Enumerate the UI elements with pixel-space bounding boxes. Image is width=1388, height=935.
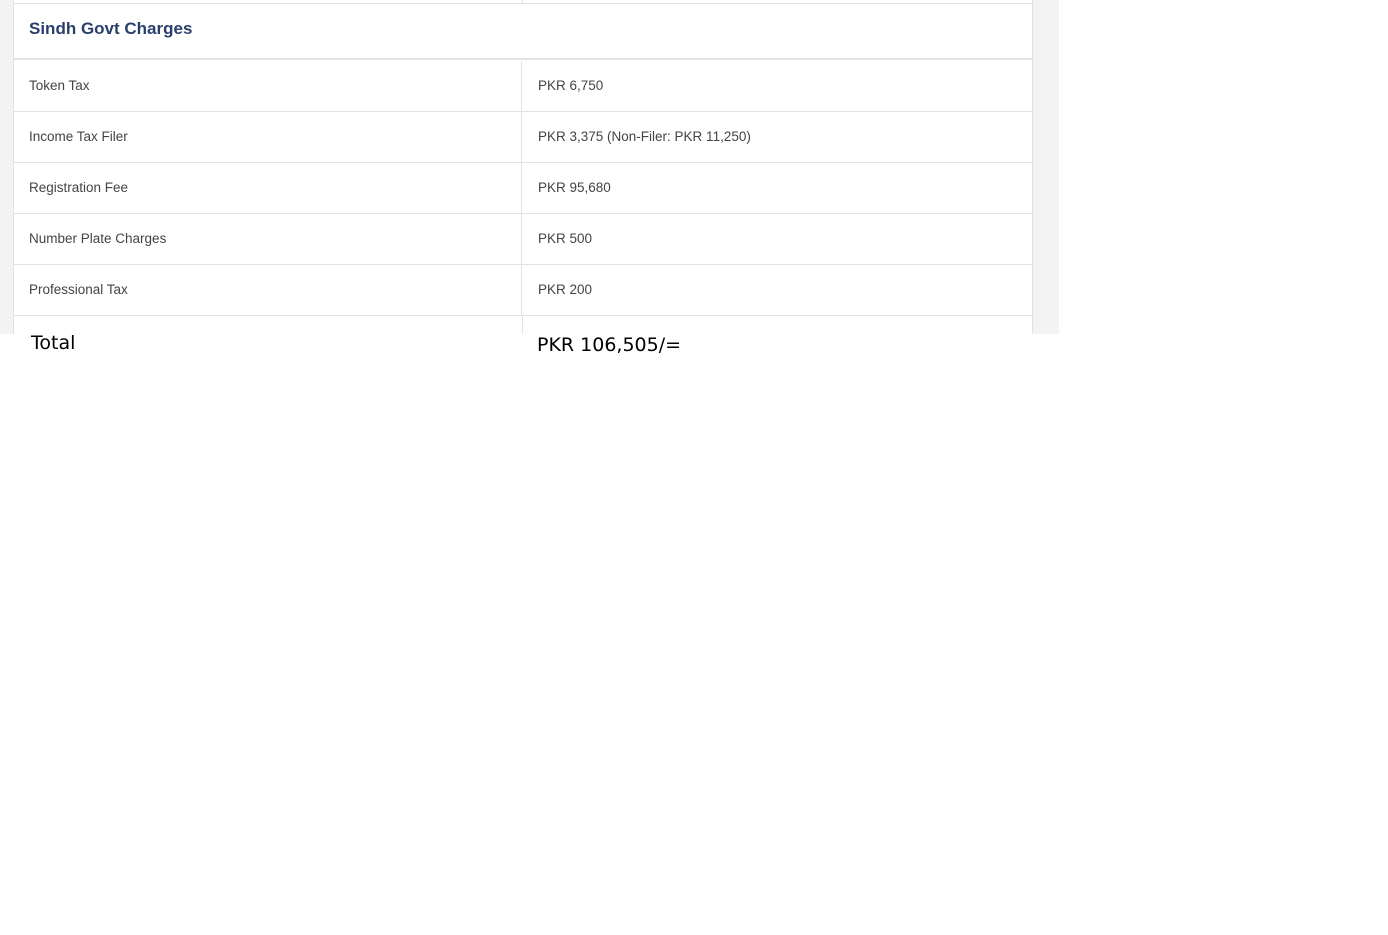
- charge-value-registration-fee: PKR 95,680: [538, 180, 611, 195]
- charge-value-income-tax-filer: PKR 3,375 (Non-Filer: PKR 11,250): [538, 129, 751, 144]
- charges-rows: Token Tax PKR 6,750 Income Tax Filer PKR…: [14, 61, 1032, 316]
- section-title: Sindh Govt Charges: [29, 19, 193, 38]
- table-row: Token Tax PKR 6,750: [14, 61, 1032, 112]
- charge-label-number-plate: Number Plate Charges: [14, 214, 522, 264]
- total-label: Total: [31, 332, 76, 354]
- charge-value-token-tax: PKR 6,750: [538, 78, 604, 93]
- page: Sindh Govt Charges Token Tax PKR 6,750 I…: [0, 0, 1388, 935]
- table-row: Number Plate Charges PKR 500: [14, 214, 1032, 265]
- column-divider: [522, 0, 523, 3]
- total-value: PKR 106,505/=: [537, 334, 682, 356]
- charge-label-token-tax: Token Tax: [14, 61, 522, 111]
- charge-label-income-tax-filer: Income Tax Filer: [14, 112, 522, 162]
- table-row: Professional Tax PKR 200: [14, 265, 1032, 316]
- charges-table: Sindh Govt Charges Token Tax PKR 6,750 I…: [13, 0, 1033, 334]
- table-row: Income Tax Filer PKR 3,375 (Non-Filer: P…: [14, 112, 1032, 163]
- charge-label-professional-tax: Professional Tax: [14, 265, 522, 315]
- charge-value-number-plate: PKR 500: [538, 231, 593, 246]
- total-column-divider: [522, 316, 523, 334]
- charge-label-registration-fee: Registration Fee: [14, 163, 522, 213]
- section-header: Sindh Govt Charges: [14, 4, 1032, 60]
- table-row: Registration Fee PKR 95,680: [14, 163, 1032, 214]
- charge-value-professional-tax: PKR 200: [538, 282, 593, 297]
